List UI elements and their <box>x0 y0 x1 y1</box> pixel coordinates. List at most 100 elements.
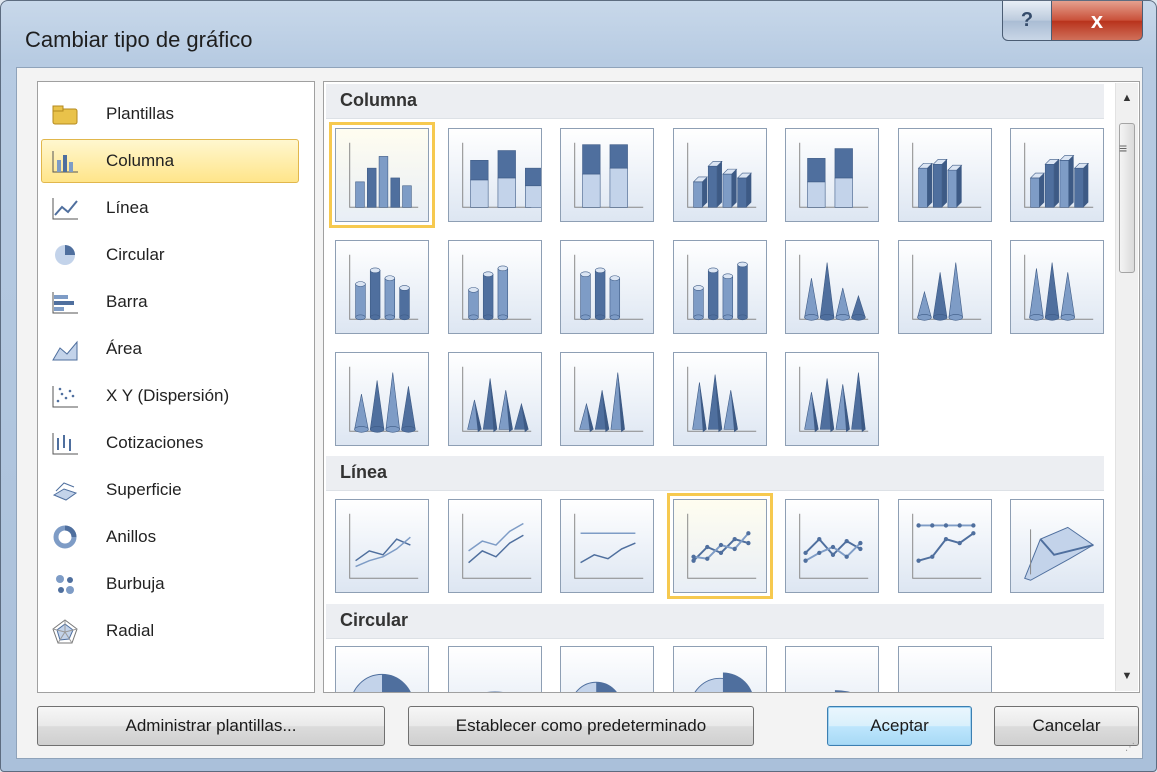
chart-type-item-11[interactable]: Radial <box>41 609 299 653</box>
chart-subtype-columna-6[interactable] <box>897 128 992 222</box>
chart-subtype-icon <box>349 366 419 433</box>
surface-chart-icon <box>50 477 80 503</box>
chart-subtype-icon <box>461 142 541 208</box>
chart-subtype-columna-1[interactable] <box>329 122 435 228</box>
title-bar[interactable]: Cambiar tipo de gráfico ? x <box>1 1 1156 73</box>
chart-subtype-icon <box>574 513 644 579</box>
gallery-scrollbar[interactable]: ▲ ≡ ▼ <box>1115 83 1138 691</box>
bar-chart-icon <box>50 289 80 315</box>
chart-subtype-columna-2[interactable] <box>447 128 542 222</box>
chart-type-label: Columna <box>106 151 175 170</box>
chart-subtype-línea-7[interactable] <box>1010 499 1104 593</box>
chart-type-item-7[interactable]: Cotizaciones <box>41 421 299 465</box>
chart-type-label: Anillos <box>106 527 157 546</box>
chart-subtype-línea-4[interactable] <box>666 493 773 599</box>
chart-subtype-columna-8[interactable] <box>335 240 429 334</box>
cancel-button[interactable]: Cancelar <box>994 706 1139 746</box>
doughnut-chart-icon <box>50 524 80 550</box>
chart-subtype-icon <box>349 513 419 579</box>
chart-subtype-columna-11[interactable] <box>672 240 767 334</box>
chart-subtype-icon <box>353 673 411 692</box>
chart-type-label: Cotizaciones <box>106 433 204 452</box>
chart-subtype-columna-7[interactable] <box>1010 128 1104 222</box>
chart-subtype-icon <box>911 142 981 208</box>
chart-subtype-columna-10[interactable] <box>560 240 654 334</box>
chart-subtype-icon <box>349 254 419 321</box>
chart-subtype-columna-12[interactable] <box>785 240 879 334</box>
chart-type-label: Circular <box>106 245 165 264</box>
chart-subtype-columna-16[interactable] <box>447 352 542 446</box>
chart-subtype-circular-5[interactable] <box>785 646 879 692</box>
chart-subtype-columna-9[interactable] <box>447 240 542 334</box>
line-chart-icon <box>50 195 80 221</box>
chart-subtype-icon <box>574 142 644 208</box>
chart-type-item-10[interactable]: Burbuja <box>41 562 299 606</box>
chart-subtype-icon <box>686 366 756 433</box>
scroll-down-arrow-icon[interactable]: ▼ <box>1116 665 1138 687</box>
chart-subtype-icon <box>694 672 752 692</box>
section-header-2: Circular <box>326 604 1104 639</box>
chart-subtype-icon <box>911 513 981 579</box>
chart-subtype-línea-2[interactable] <box>447 499 542 593</box>
chart-type-label: Radial <box>106 621 155 640</box>
chart-type-label: X Y (Dispersión) <box>106 386 230 405</box>
chart-subtype-línea-3[interactable] <box>560 499 654 593</box>
chart-type-item-3[interactable]: Circular <box>41 233 299 277</box>
change-chart-type-dialog: Cambiar tipo de gráfico ? x Plantillas Co… <box>0 0 1157 772</box>
ok-button[interactable]: Aceptar <box>827 706 972 746</box>
scatter-chart-icon <box>50 383 80 409</box>
chart-subtype-columna-13[interactable] <box>897 240 992 334</box>
chart-subtype-circular-6[interactable] <box>897 646 992 693</box>
chart-type-item-8[interactable]: Superficie <box>41 468 299 512</box>
chart-subtype-columna-18[interactable] <box>672 352 767 446</box>
chart-subtype-icon <box>799 142 869 208</box>
chart-subtype-icon <box>574 254 644 321</box>
chart-type-item-0[interactable]: Plantillas <box>41 92 299 136</box>
chart-type-label: Área <box>106 339 142 358</box>
scroll-up-arrow-icon[interactable]: ▲ <box>1116 87 1138 109</box>
chart-subtype-icon <box>349 142 419 208</box>
set-as-default-button[interactable]: Establecer como predeterminado <box>408 706 754 746</box>
chart-subtype-icon <box>899 647 991 693</box>
chart-subtype-columna-5[interactable] <box>785 128 879 222</box>
dialog-body: Plantillas Columna Línea Circular Barra Área X… <box>16 67 1143 759</box>
chart-subtype-icon <box>686 513 756 579</box>
chart-subtype-columna-17[interactable] <box>560 352 654 446</box>
chart-subtype-columna-4[interactable] <box>672 128 767 222</box>
pie-chart-icon <box>50 242 80 268</box>
chart-type-item-2[interactable]: Línea <box>41 186 299 230</box>
chart-subtype-línea-5[interactable] <box>785 499 879 593</box>
folder-icon <box>50 101 80 127</box>
chart-type-item-5[interactable]: Área <box>41 327 299 371</box>
chart-type-item-4[interactable]: Barra <box>41 280 299 324</box>
chart-subtype-línea-1[interactable] <box>335 499 429 593</box>
chart-subtype-circular-1[interactable] <box>335 646 429 692</box>
chart-type-item-1[interactable]: Columna <box>41 139 299 183</box>
chart-subtype-columna-14[interactable] <box>1010 240 1104 334</box>
chart-type-label: Burbuja <box>106 574 165 593</box>
section-title: Columna <box>340 90 418 110</box>
chart-subtype-columna-3[interactable] <box>560 128 654 222</box>
chart-subtype-circular-2[interactable] <box>447 646 542 692</box>
chart-subtype-línea-6[interactable] <box>897 499 992 593</box>
chart-subtype-columna-15[interactable] <box>335 352 429 446</box>
chart-subtype-columna-19[interactable] <box>785 352 879 446</box>
chart-subtype-circular-4[interactable] <box>672 646 767 692</box>
section-header-0: Columna <box>326 84 1104 119</box>
chart-subtype-circular-3[interactable] <box>560 646 654 692</box>
help-button[interactable]: ? <box>1002 1 1052 41</box>
chart-subtype-icon <box>486 691 503 692</box>
chart-subtype-icon <box>686 254 756 321</box>
chart-subtype-icon <box>911 254 981 321</box>
section-title: Circular <box>340 610 409 630</box>
chart-type-item-6[interactable]: X Y (Dispersión) <box>41 374 299 418</box>
chart-subtype-icon <box>799 366 869 433</box>
chart-subtype-icon <box>686 142 756 208</box>
chart-type-item-9[interactable]: Anillos <box>41 515 299 559</box>
manage-templates-button[interactable]: Administrar plantillas... <box>37 706 385 746</box>
resize-grip-icon[interactable]: ⋰ <box>1125 742 1139 756</box>
chart-subtype-icon <box>799 513 869 579</box>
chart-subtype-icon <box>574 366 644 433</box>
chart-subtype-icon <box>1024 142 1094 208</box>
close-button[interactable]: x <box>1051 1 1143 41</box>
